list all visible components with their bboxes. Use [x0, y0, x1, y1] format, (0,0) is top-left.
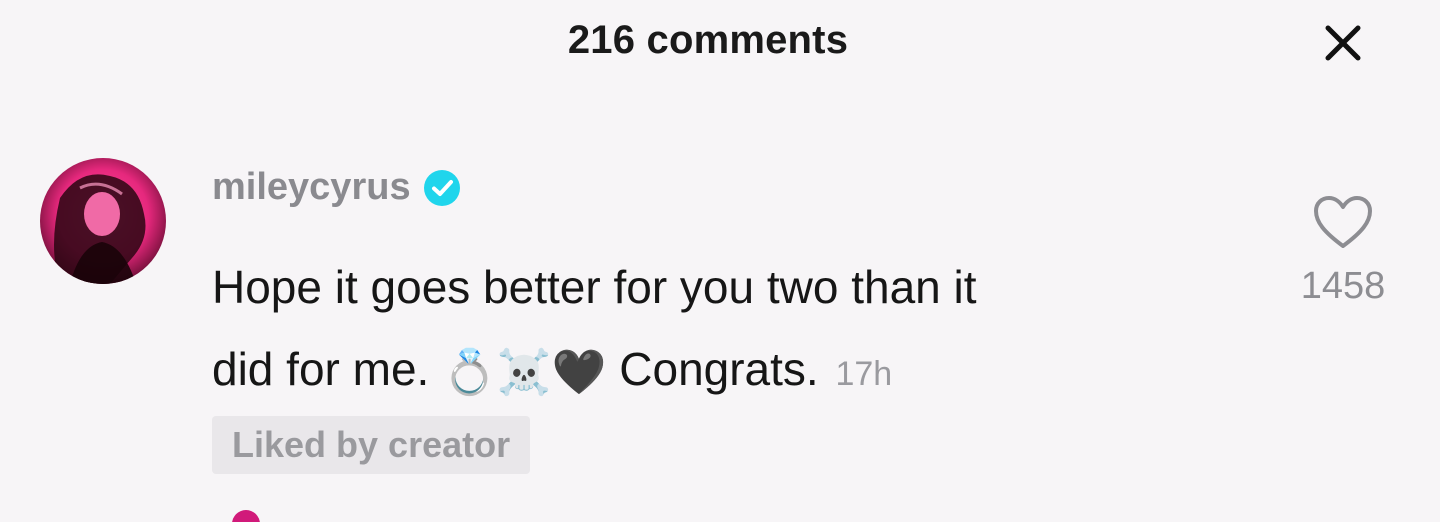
liked-by-creator-badge: Liked by creator [212, 416, 531, 474]
comment-text: Hope it goes better for you two than it … [212, 246, 1222, 415]
avatar[interactable] [40, 158, 166, 284]
username-row: mileycyrus [212, 166, 461, 209]
comment-timestamp: 17h [835, 355, 893, 393]
close-button[interactable] [1318, 18, 1368, 68]
skull-crossbones-emoji: ☠️ [496, 347, 552, 397]
next-comment-avatar-peek [232, 510, 260, 522]
verified-badge-icon [423, 169, 460, 206]
like-count: 1458 [1300, 265, 1386, 307]
username[interactable]: mileycyrus [212, 166, 411, 209]
like-group: 1458 [1288, 194, 1398, 308]
comment-item[interactable]: mileycyrus Hope it goes better for you t… [0, 150, 1440, 490]
heart-outline-icon[interactable] [1312, 194, 1374, 250]
comment-text-line2: did for me. [212, 343, 430, 395]
comment-text-congrats: Congrats. [619, 343, 819, 395]
black-heart-emoji: 🖤 [551, 347, 607, 397]
comments-sheet: 216 comments mileycyrus Hope it goes bet… [0, 0, 1440, 522]
ring-emoji: 💍 [442, 347, 497, 397]
comments-count-title: 216 comments [567, 18, 849, 62]
comment-text-line1: Hope it goes better for you two than it [212, 261, 977, 313]
close-icon[interactable] [1318, 18, 1368, 68]
